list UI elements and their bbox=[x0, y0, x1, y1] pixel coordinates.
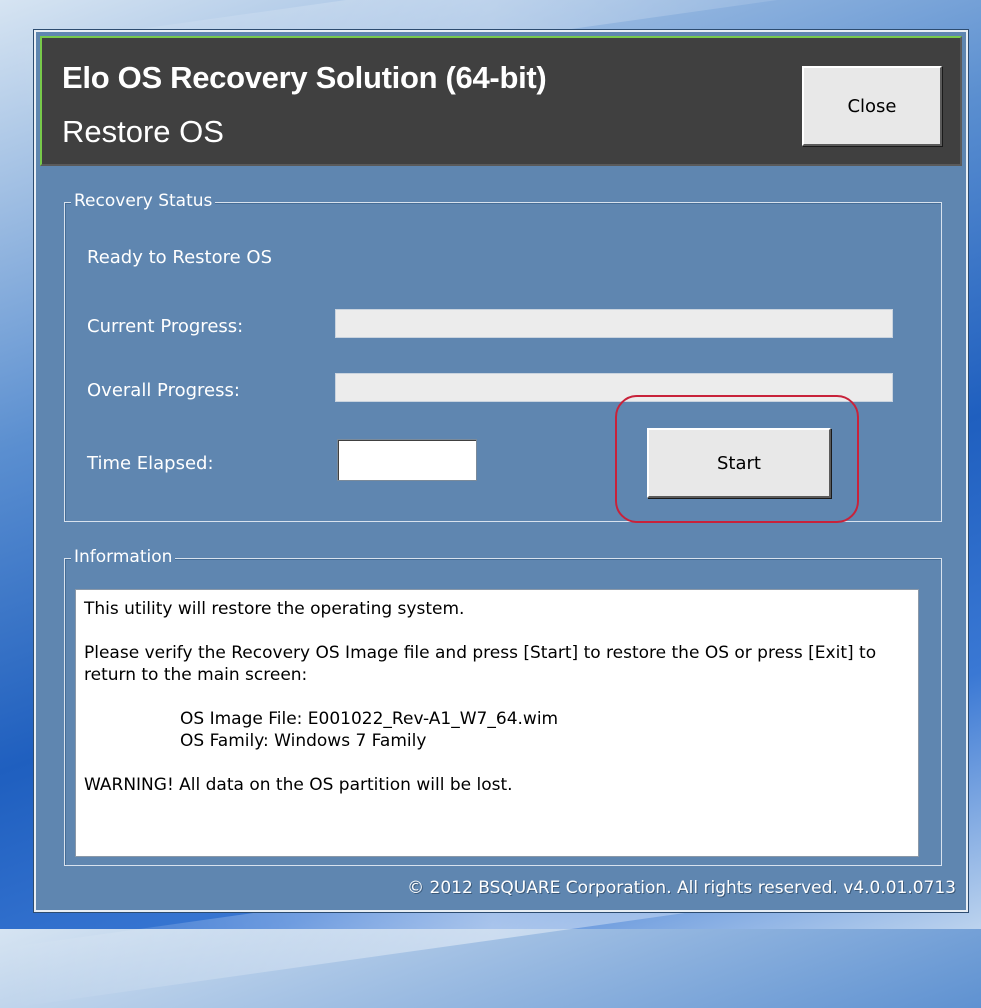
current-progress-bar bbox=[335, 309, 893, 338]
info-line: Please verify the Recovery OS Image file… bbox=[84, 643, 877, 685]
app-title: Elo OS Recovery Solution (64-bit) bbox=[62, 60, 547, 95]
information-textbox[interactable]: This utility will restore the operating … bbox=[75, 589, 919, 857]
time-elapsed-field bbox=[337, 439, 477, 481]
copyright-footer: © 2012 BSQUARE Corporation. All rights r… bbox=[407, 878, 956, 898]
information-legend: Information bbox=[71, 547, 176, 567]
start-button[interactable]: Start bbox=[647, 428, 831, 498]
time-elapsed-label: Time Elapsed: bbox=[87, 453, 214, 474]
recovery-dialog: Elo OS Recovery Solution (64-bit) Restor… bbox=[34, 30, 968, 912]
overall-progress-label: Overall Progress: bbox=[87, 380, 240, 401]
current-progress-label: Current Progress: bbox=[87, 316, 244, 337]
information-group: Information This utility will restore th… bbox=[64, 547, 942, 866]
recovery-status-legend: Recovery Status bbox=[71, 191, 216, 211]
os-image-file: OS Image File: E001022_Rev-A1_W7_64.wim bbox=[180, 709, 559, 729]
dialog-header: Elo OS Recovery Solution (64-bit) Restor… bbox=[40, 36, 962, 166]
page-subtitle: Restore OS bbox=[62, 114, 224, 149]
info-line: This utility will restore the operating … bbox=[84, 599, 465, 619]
recovery-status-group: Recovery Status Ready to Restore OS Curr… bbox=[64, 191, 942, 523]
close-button[interactable]: Close bbox=[802, 66, 942, 146]
status-text: Ready to Restore OS bbox=[87, 247, 273, 268]
os-family: OS Family: Windows 7 Family bbox=[180, 731, 427, 751]
warning-text: WARNING! All data on the OS partition wi… bbox=[84, 775, 513, 795]
